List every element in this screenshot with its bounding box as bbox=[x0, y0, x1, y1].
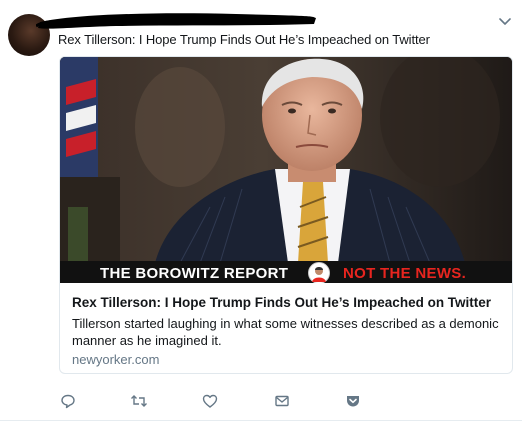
card-image: THE BOROWITZ REPORT NOT THE NEWS. bbox=[60, 57, 512, 283]
like-button[interactable] bbox=[200, 391, 220, 411]
redacted-username bbox=[36, 13, 316, 29]
retweet-icon bbox=[131, 395, 147, 407]
pocket-button[interactable] bbox=[343, 391, 363, 411]
chevron-down-icon[interactable] bbox=[497, 13, 513, 29]
borowitz-logo bbox=[308, 262, 330, 283]
tweet[interactable]: Rex Tillerson: I Hope Trump Finds Out He… bbox=[0, 0, 522, 421]
pocket-icon bbox=[347, 396, 359, 407]
tweet-actions bbox=[58, 391, 378, 411]
reply-icon bbox=[61, 394, 75, 409]
borowitz-banner: THE BOROWITZ REPORT NOT THE NEWS. bbox=[60, 261, 512, 283]
link-card[interactable]: THE BOROWITZ REPORT NOT THE NEWS. Rex Ti… bbox=[59, 56, 513, 374]
retweet-button[interactable] bbox=[129, 391, 149, 411]
card-title[interactable]: Rex Tillerson: I Hope Trump Finds Out He… bbox=[72, 295, 491, 310]
heart-icon bbox=[202, 394, 218, 408]
envelope-icon bbox=[275, 395, 289, 407]
portrait-photo bbox=[60, 57, 512, 283]
message-button[interactable] bbox=[272, 391, 292, 411]
reply-button[interactable] bbox=[58, 391, 78, 411]
banner-right-text: NOT THE NEWS. bbox=[343, 265, 467, 282]
card-description: Tillerson started laughing in what some … bbox=[72, 316, 499, 348]
banner-left-text: THE BOROWITZ REPORT bbox=[100, 265, 289, 282]
tweet-text: Rex Tillerson: I Hope Trump Finds Out He… bbox=[58, 32, 430, 47]
card-domain[interactable]: newyorker.com bbox=[72, 352, 159, 367]
